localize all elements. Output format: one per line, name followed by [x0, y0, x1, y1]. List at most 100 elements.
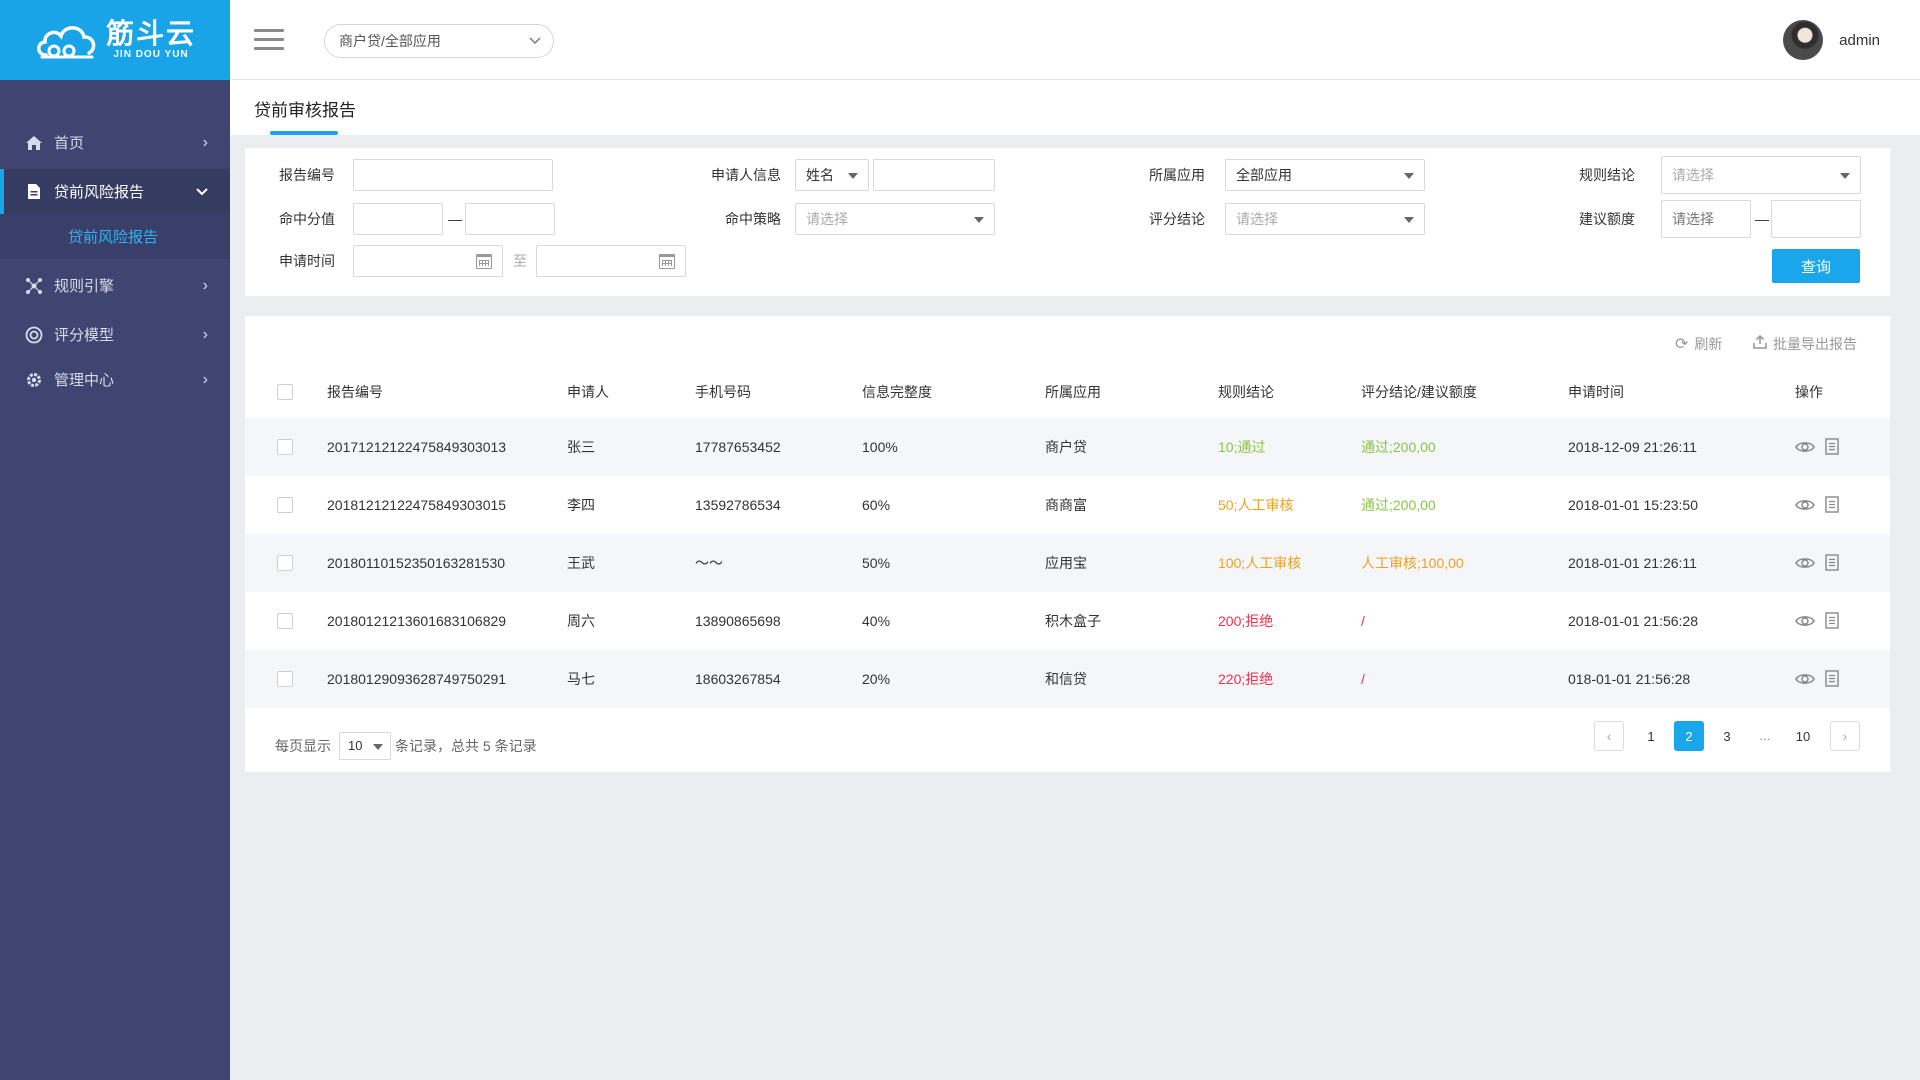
user-menu[interactable]: admin [1783, 20, 1880, 60]
app-cell: 应用宝 [1045, 555, 1087, 571]
brand-name-en: JIN DOU YUN [113, 49, 189, 60]
score-result-select[interactable]: 请选择 [1225, 203, 1425, 235]
rule-result-select[interactable]: 请选择 [1661, 156, 1861, 194]
report-no-cell: 20181212122475849303015 [327, 497, 507, 513]
gear-icon [24, 370, 44, 390]
hit-score-max-input[interactable] [465, 203, 555, 235]
app-filter-value: 全部应用 [1236, 167, 1292, 183]
select-all-checkbox[interactable] [277, 384, 293, 400]
refresh-button[interactable]: ⟳ 刷新 [1675, 334, 1722, 354]
completeness-cell: 20% [862, 671, 891, 687]
hit-score-min-input[interactable] [353, 203, 443, 235]
page-number-button[interactable]: 10 [1788, 721, 1818, 751]
suggest-amount-min-input[interactable] [1661, 200, 1751, 238]
sidebar-item-rule-engine[interactable]: 规则引擎 › [0, 263, 230, 308]
applicant-cell: 周六 [567, 613, 595, 629]
view-eye-icon[interactable] [1795, 554, 1815, 572]
pagination: ‹ 1 2 3 … 10 › [1594, 721, 1860, 751]
submenu-item-pre-loan-report[interactable]: 贷前风险报告 [0, 214, 230, 259]
view-eye-icon[interactable] [1795, 438, 1815, 456]
sidebar: 筋斗云 JIN DOU YUN 首页 › 贷前风险报告 贷前风险报告 规则引擎 … [0, 0, 230, 1080]
table-row: 20171212122475849303013 张三 17787653452 100%… [245, 418, 1890, 476]
prev-page-button[interactable]: ‹ [1594, 721, 1624, 751]
sidebar-item-label: 贷前风险报告 [54, 184, 145, 201]
report-table-panel: ⟳ 刷新 批量导出报告 报告编号 申请人 手机号码 信息完整度 所属应用 规则结… [245, 316, 1890, 772]
suggest-amount-max-input[interactable] [1771, 200, 1861, 238]
report-document-icon[interactable] [1825, 612, 1845, 630]
range-dash: — [1755, 211, 1769, 227]
chevron-right-icon: › [202, 276, 208, 294]
page-number-button[interactable]: 1 [1636, 721, 1666, 751]
rule-result-cell: 200;拒绝 [1218, 613, 1274, 629]
report-document-icon[interactable] [1825, 438, 1845, 456]
row-checkbox[interactable] [277, 671, 293, 687]
calendar-icon[interactable] [659, 254, 675, 269]
caret-down-icon [974, 217, 984, 223]
query-button[interactable]: 查询 [1772, 249, 1860, 283]
app-cell: 积木盒子 [1045, 613, 1101, 629]
apply-time-cell: 018-01-01 21:56:28 [1568, 671, 1691, 687]
column-header: 信息完整度 [862, 384, 932, 400]
home-icon [24, 133, 44, 153]
report-document-icon[interactable] [1825, 554, 1845, 572]
row-checkbox[interactable] [277, 439, 293, 455]
top-header: 商户贷/全部应用 admin [230, 0, 1920, 80]
row-checkbox[interactable] [277, 613, 293, 629]
app-filter-select[interactable]: 全部应用 [1225, 159, 1425, 191]
report-no-input[interactable] [353, 159, 553, 191]
column-header: 操作 [1795, 384, 1823, 400]
page-number-button[interactable]: 3 [1712, 721, 1742, 751]
report-document-icon[interactable] [1825, 496, 1845, 514]
apply-time-cell: 2018-01-01 15:23:50 [1568, 497, 1698, 513]
brand-logo[interactable]: 筋斗云 JIN DOU YUN [0, 0, 230, 80]
sidebar-item-home[interactable]: 首页 › [0, 120, 230, 165]
page-size-select[interactable]: 10 [339, 732, 391, 760]
caret-down-icon [848, 173, 858, 179]
suggest-amount-label: 建议额度 [1579, 211, 1635, 227]
hit-strategy-select[interactable]: 请选择 [795, 203, 995, 235]
refresh-icon: ⟳ [1675, 336, 1689, 353]
view-eye-icon[interactable] [1795, 612, 1815, 630]
caret-down-icon [373, 744, 383, 750]
applicant-cell: 马七 [567, 671, 595, 687]
target-icon [24, 325, 44, 345]
completeness-cell: 60% [862, 497, 891, 513]
chevron-left-icon: ‹ [1606, 728, 1612, 744]
calendar-icon[interactable] [476, 254, 492, 269]
applicant-cell: 李四 [567, 497, 595, 513]
next-page-button[interactable]: › [1830, 721, 1860, 751]
apply-time-start-input[interactable] [353, 245, 503, 277]
menu-toggle-icon[interactable] [254, 29, 284, 51]
hit-strategy-placeholder: 请选择 [806, 211, 848, 227]
view-eye-icon[interactable] [1795, 496, 1815, 514]
row-checkbox[interactable] [277, 497, 293, 513]
rule-result-placeholder: 请选择 [1672, 167, 1714, 183]
app-switch-select[interactable]: 商户贷/全部应用 [324, 24, 554, 58]
page-title[interactable]: 贷前审核报告 [254, 96, 356, 121]
apply-time-end-input[interactable] [536, 245, 686, 277]
applicant-info-input[interactable] [873, 159, 995, 191]
sidebar-item-pre-loan-report[interactable]: 贷前风险报告 [0, 169, 230, 214]
brand-name: 筋斗云 [106, 18, 197, 49]
report-no-cell: 20180121213601683106829 [327, 613, 507, 629]
applicant-info-type-select[interactable]: 姓名 [795, 159, 869, 191]
phone-cell: 13592786534 [695, 497, 781, 513]
row-checkbox[interactable] [277, 555, 293, 571]
page-number-button[interactable]: 2 [1674, 721, 1704, 751]
avatar[interactable] [1783, 20, 1824, 60]
sidebar-menu: 首页 › 贷前风险报告 贷前风险报告 规则引擎 › 评分模型 › 管理中心 › [0, 120, 230, 402]
column-header: 申请时间 [1568, 384, 1624, 400]
hit-score-label: 命中分值 [279, 211, 335, 227]
page-ellipsis: … [1759, 729, 1771, 743]
report-document-icon[interactable] [1825, 670, 1845, 688]
app-switch-value: 商户贷/全部应用 [339, 33, 441, 49]
sidebar-item-label: 评分模型 [54, 327, 115, 344]
sidebar-item-management[interactable]: 管理中心 › [0, 357, 230, 402]
hit-strategy-label: 命中策略 [725, 211, 781, 227]
sidebar-item-score-model[interactable]: 评分模型 › [0, 312, 230, 357]
apply-time-label: 申请时间 [279, 253, 335, 269]
page-tabbar: 贷前审核报告 [230, 80, 1920, 135]
view-eye-icon[interactable] [1795, 670, 1815, 688]
range-dash: — [448, 211, 462, 227]
batch-export-button[interactable]: 批量导出报告 [1753, 334, 1857, 354]
